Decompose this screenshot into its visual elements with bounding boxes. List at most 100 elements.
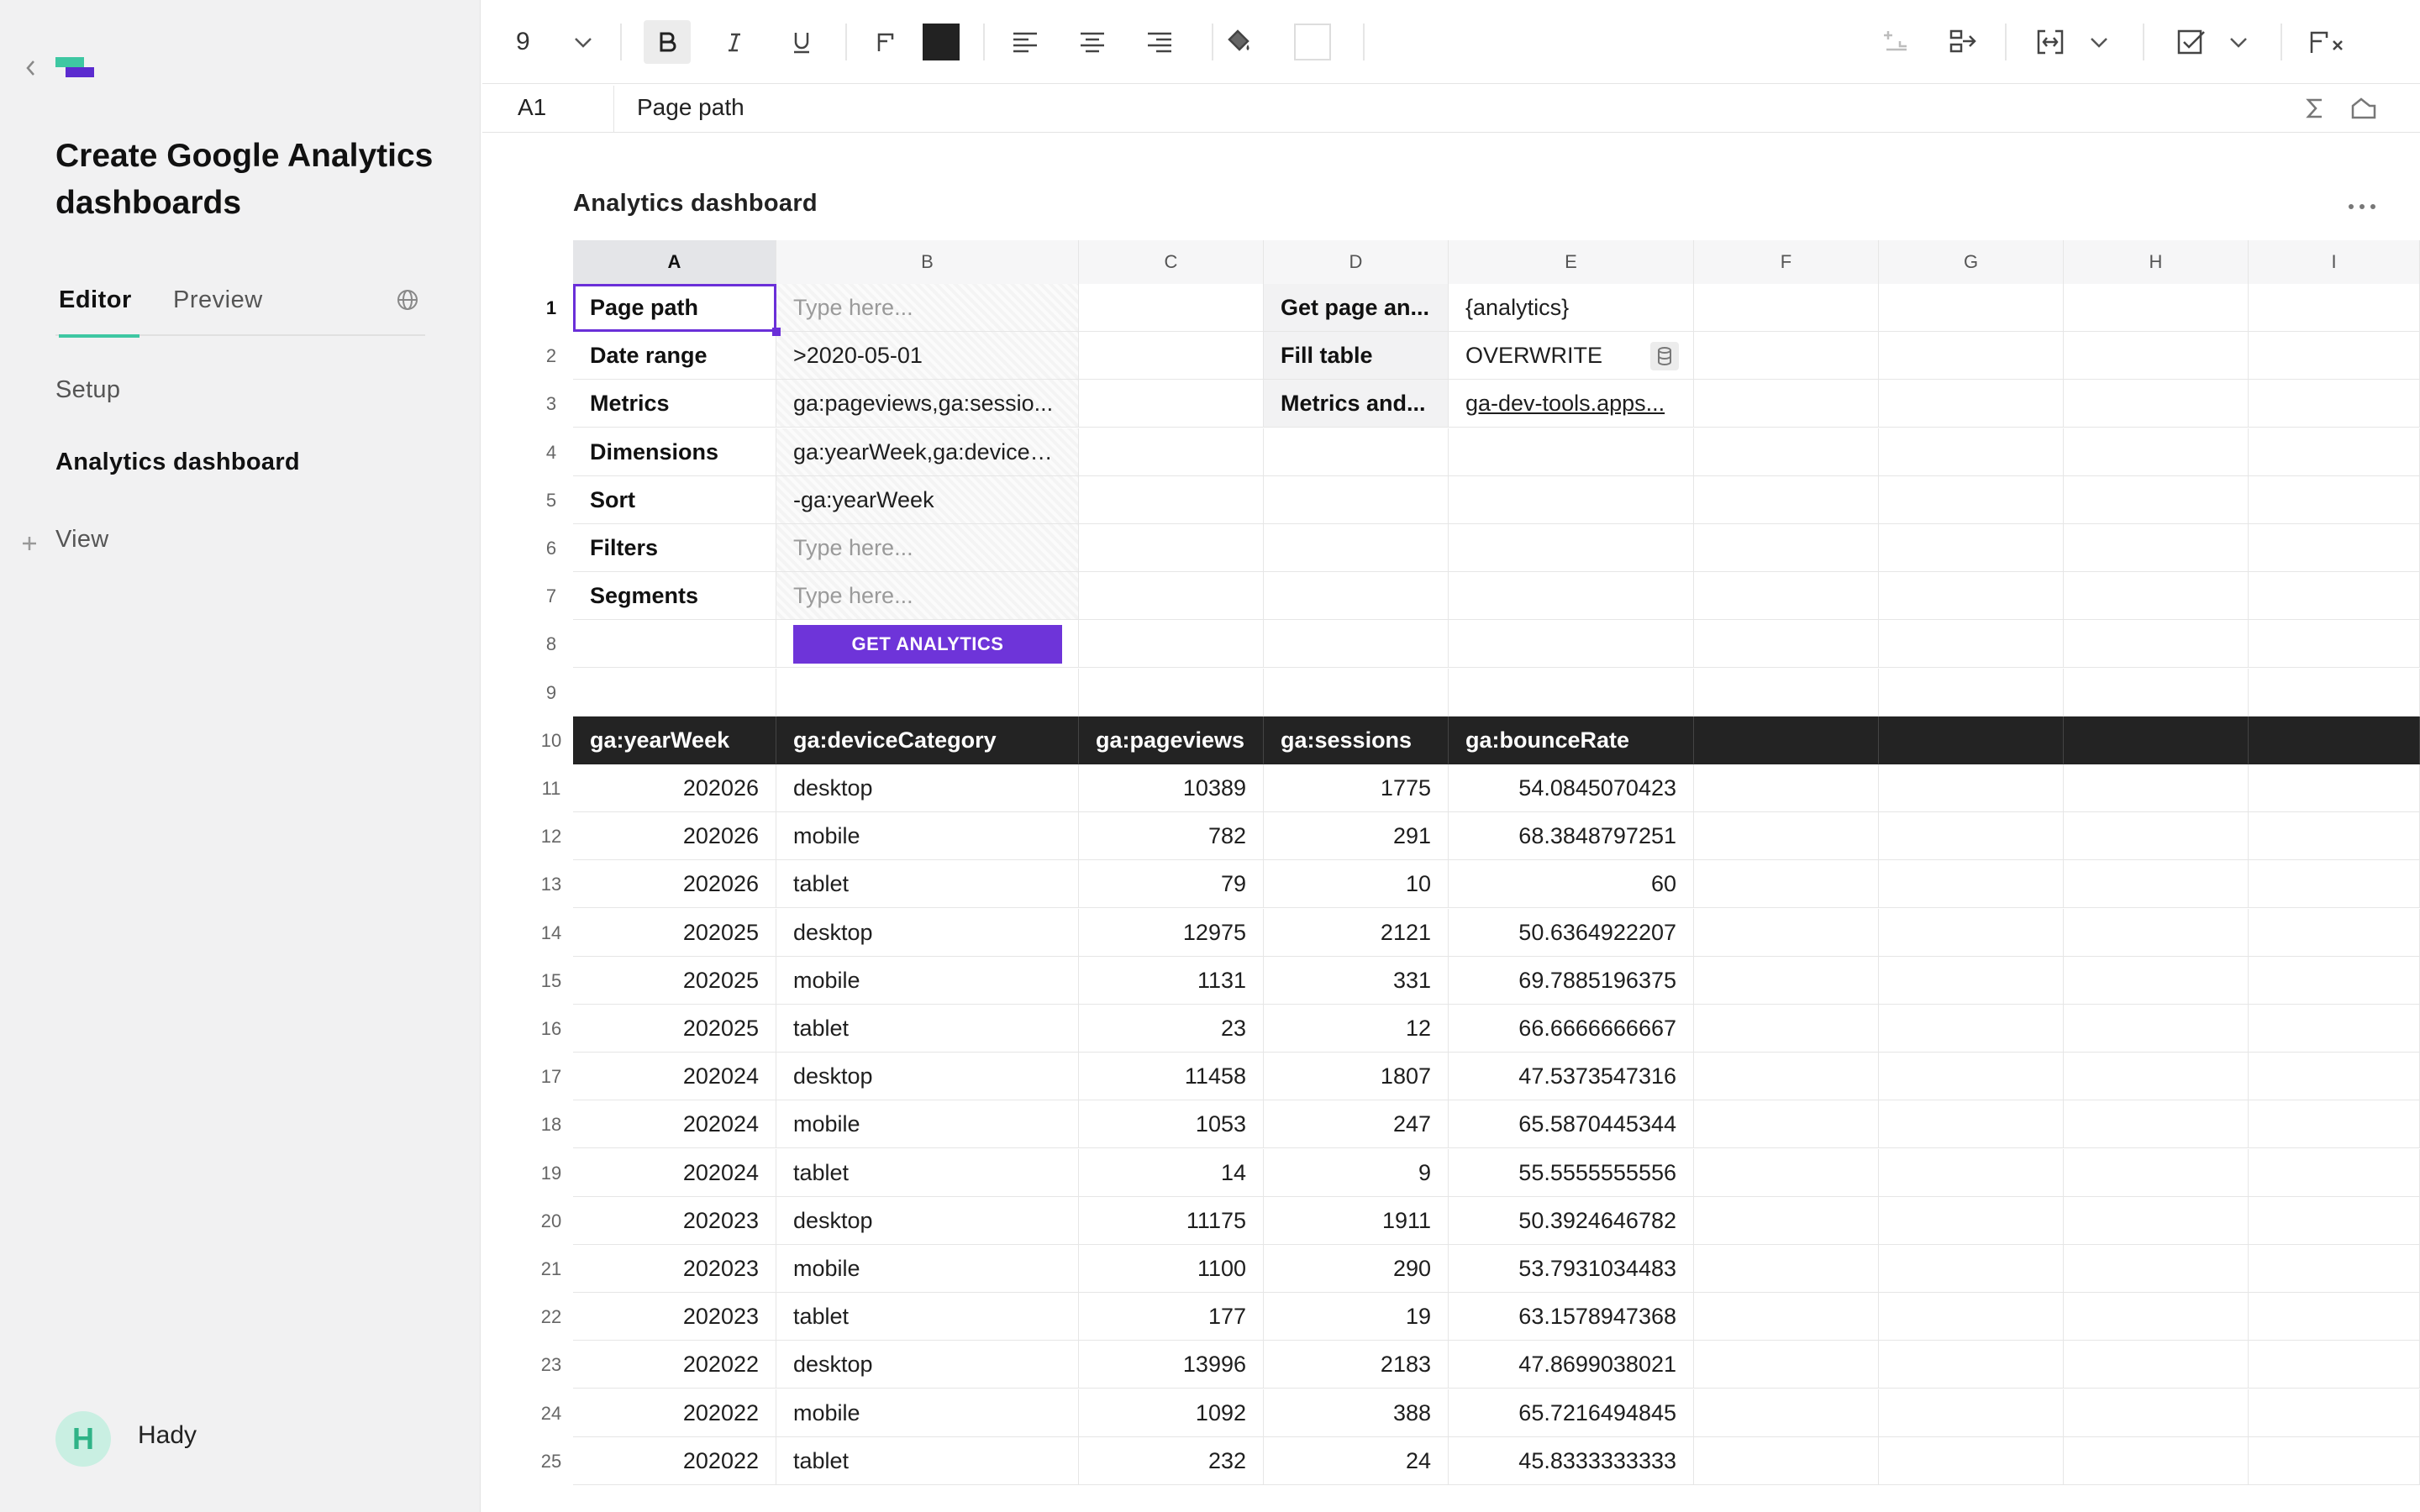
grid-cell[interactable] (1079, 668, 1264, 717)
sigma-icon[interactable] (2302, 96, 2328, 125)
row-header[interactable]: 13 (529, 860, 573, 908)
grid-cell[interactable] (1694, 1100, 1879, 1149)
grid-cell[interactable] (1879, 860, 2064, 909)
table-cell[interactable]: 14 (1079, 1148, 1264, 1197)
table-cell[interactable]: 388 (1264, 1389, 1449, 1437)
table-cell[interactable]: 53.7931034483 (1449, 1245, 1694, 1293)
sidebar-item-setup[interactable]: Setup (55, 376, 120, 404)
row-header[interactable]: 12 (529, 812, 573, 860)
grid-cell[interactable] (1694, 284, 1879, 332)
grid-cell[interactable] (1879, 1100, 2064, 1149)
table-cell[interactable]: 202026 (573, 812, 776, 861)
table-cell[interactable]: 202024 (573, 1053, 776, 1101)
grid-cell[interactable] (2249, 524, 2420, 572)
grid-cell[interactable] (2064, 428, 2249, 476)
grid-cell[interactable] (2249, 332, 2420, 381)
grid-cell[interactable] (2064, 860, 2249, 909)
table-cell[interactable]: desktop (776, 764, 1079, 812)
grid-cell[interactable] (1694, 428, 1879, 476)
grid-cell[interactable] (1879, 1053, 2064, 1101)
table-cell[interactable]: 11175 (1079, 1196, 1264, 1245)
grid-cell[interactable] (2249, 860, 2420, 909)
text-color-swatch[interactable] (918, 20, 965, 64)
row-header[interactable]: 16 (529, 1005, 573, 1053)
avatar[interactable]: H (55, 1411, 111, 1467)
grid-cell[interactable] (2064, 1148, 2249, 1197)
row-header[interactable]: 10 (529, 717, 573, 764)
table-cell[interactable]: 12 (1264, 1005, 1449, 1053)
grid-cell[interactable] (2064, 1100, 2249, 1149)
table-cell[interactable]: 247 (1264, 1100, 1449, 1149)
row-header[interactable]: 25 (529, 1437, 573, 1485)
table-cell[interactable]: 12975 (1079, 908, 1264, 957)
grid-cell[interactable] (2249, 1293, 2420, 1341)
grid-cell[interactable] (2249, 908, 2420, 957)
table-cell[interactable]: 65.5870445344 (1449, 1100, 1694, 1149)
table-cell[interactable]: 1100 (1079, 1245, 1264, 1293)
table-cell[interactable]: 202022 (573, 1436, 776, 1485)
table-cell[interactable]: 202026 (573, 764, 776, 812)
table-cell[interactable]: 65.7216494845 (1449, 1389, 1694, 1437)
tab-editor[interactable]: Editor (59, 282, 139, 338)
table-cell[interactable]: 47.8699038021 (1449, 1341, 1694, 1389)
table-cell[interactable]: 9 (1264, 1148, 1449, 1197)
table-cell[interactable]: 202023 (573, 1245, 776, 1293)
row-header[interactable]: 5 (529, 476, 573, 524)
column-header-e[interactable]: E (1449, 240, 1694, 284)
table-cell[interactable]: 50.3924646782 (1449, 1196, 1694, 1245)
row-header[interactable]: 3 (529, 380, 573, 428)
grid-cell[interactable] (1879, 284, 2064, 332)
row-header[interactable]: 20 (529, 1197, 573, 1245)
row-header[interactable]: 1 (529, 284, 573, 332)
grid-cell[interactable] (1449, 668, 1694, 717)
grid-cell[interactable] (1079, 572, 1264, 621)
side-param-value[interactable]: {analytics} (1449, 284, 1694, 332)
row-header[interactable]: 24 (529, 1389, 573, 1437)
side-param-label[interactable]: Metrics and... (1264, 380, 1449, 428)
insert-row-above-icon[interactable] (1872, 20, 1919, 64)
grid-cell[interactable] (1694, 668, 1879, 717)
table-cell[interactable]: 13996 (1079, 1341, 1264, 1389)
side-param-value[interactable]: ga-dev-tools.apps... (1449, 380, 1694, 428)
grid-cell[interactable] (1694, 764, 1879, 812)
table-cell[interactable]: 55.5555555556 (1449, 1148, 1694, 1197)
param-label[interactable]: Filters (573, 524, 776, 572)
grid-cell[interactable] (2249, 1196, 2420, 1245)
param-value[interactable]: ga:pageviews,ga:sessio... (776, 380, 1079, 428)
grid-cell[interactable] (2249, 956, 2420, 1005)
row-header[interactable]: 18 (529, 1100, 573, 1148)
column-header-i[interactable]: I (2249, 240, 2420, 284)
grid-cell[interactable] (1079, 475, 1264, 524)
grid-cell[interactable] (1694, 620, 1879, 669)
grid-cell[interactable] (1694, 860, 1879, 909)
table-cell[interactable]: 1092 (1079, 1389, 1264, 1437)
table-cell[interactable]: 202022 (573, 1389, 776, 1437)
column-header-f[interactable]: F (1694, 240, 1879, 284)
grid-cell[interactable] (2249, 812, 2420, 861)
get-analytics-button[interactable]: GET ANALYTICS (793, 625, 1062, 664)
table-cell[interactable]: 202025 (573, 1005, 776, 1053)
table-cell[interactable]: 202023 (573, 1196, 776, 1245)
grid-cell[interactable] (1879, 1245, 2064, 1293)
grid-cell[interactable] (1694, 1389, 1879, 1437)
table-cell[interactable]: 782 (1079, 812, 1264, 861)
grid-cell[interactable] (1694, 812, 1879, 861)
grid-cell[interactable] (1264, 524, 1449, 572)
grid-cell[interactable] (1879, 332, 2064, 381)
grid-cell[interactable] (1694, 332, 1879, 381)
plus-icon[interactable] (20, 534, 39, 553)
grid-cell[interactable] (573, 620, 776, 669)
table-cell[interactable]: 69.7885196375 (1449, 956, 1694, 1005)
row-header[interactable]: 19 (529, 1149, 573, 1197)
grid-cell[interactable] (2064, 1005, 2249, 1053)
grid-cell[interactable] (2249, 1148, 2420, 1197)
grid-cell[interactable] (1879, 1005, 2064, 1053)
param-value[interactable]: ga:yearWeek,ga:deviceC... (776, 428, 1079, 476)
grid-cell[interactable] (1694, 1005, 1879, 1053)
param-label[interactable]: Dimensions (573, 428, 776, 476)
row-header[interactable]: 9 (529, 669, 573, 717)
table-cell[interactable]: 202026 (573, 860, 776, 909)
grid-cell[interactable] (2064, 380, 2249, 428)
row-header[interactable]: 4 (529, 428, 573, 476)
align-right-icon[interactable] (1136, 20, 1183, 64)
